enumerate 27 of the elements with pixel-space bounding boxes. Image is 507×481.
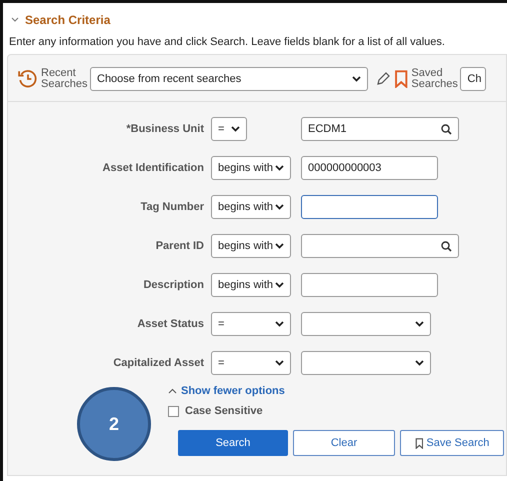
search-button[interactable]: Search <box>178 430 288 456</box>
case-sensitive-checkbox[interactable]: Case Sensitive <box>168 405 506 417</box>
recent-searches-label: Recent Searches <box>41 68 87 90</box>
saved-searches-label: Saved Searches <box>411 68 458 90</box>
show-fewer-options-link[interactable]: Show fewer options <box>168 385 506 397</box>
field-label: Parent ID <box>154 240 205 252</box>
lookup-field[interactable]: ECDM1 <box>301 117 459 141</box>
clear-button[interactable]: Clear <box>293 430 395 456</box>
operator-select[interactable]: begins with <box>211 156 291 180</box>
operator-select[interactable]: = <box>211 351 291 375</box>
section-header[interactable]: Search Criteria <box>7 13 110 27</box>
operator-select[interactable]: = <box>211 312 291 336</box>
operator-select[interactable]: begins with <box>211 195 291 219</box>
operator-select[interactable]: = <box>211 117 247 141</box>
save-search-button[interactable]: Save Search <box>400 430 504 456</box>
operator-select[interactable]: begins with <box>211 273 291 297</box>
saved-searches-select[interactable]: Ch <box>460 67 486 91</box>
field-label: Tag Number <box>140 201 205 213</box>
instructions-text: Enter any information you have and click Search. Leave fields blank for a list of all values. <box>9 36 446 48</box>
field-label: Description <box>142 279 205 291</box>
operator-select[interactable]: begins with <box>211 234 291 258</box>
field-label: Asset Identification <box>102 162 205 174</box>
field-label: *Business Unit <box>125 123 205 135</box>
field-label: Asset Status <box>136 318 205 330</box>
recent-searches-select[interactable]: Choose from recent searches <box>90 67 368 91</box>
field-label: Capitalized Asset <box>112 357 205 369</box>
input-field[interactable]: 000000000003 <box>301 156 438 180</box>
